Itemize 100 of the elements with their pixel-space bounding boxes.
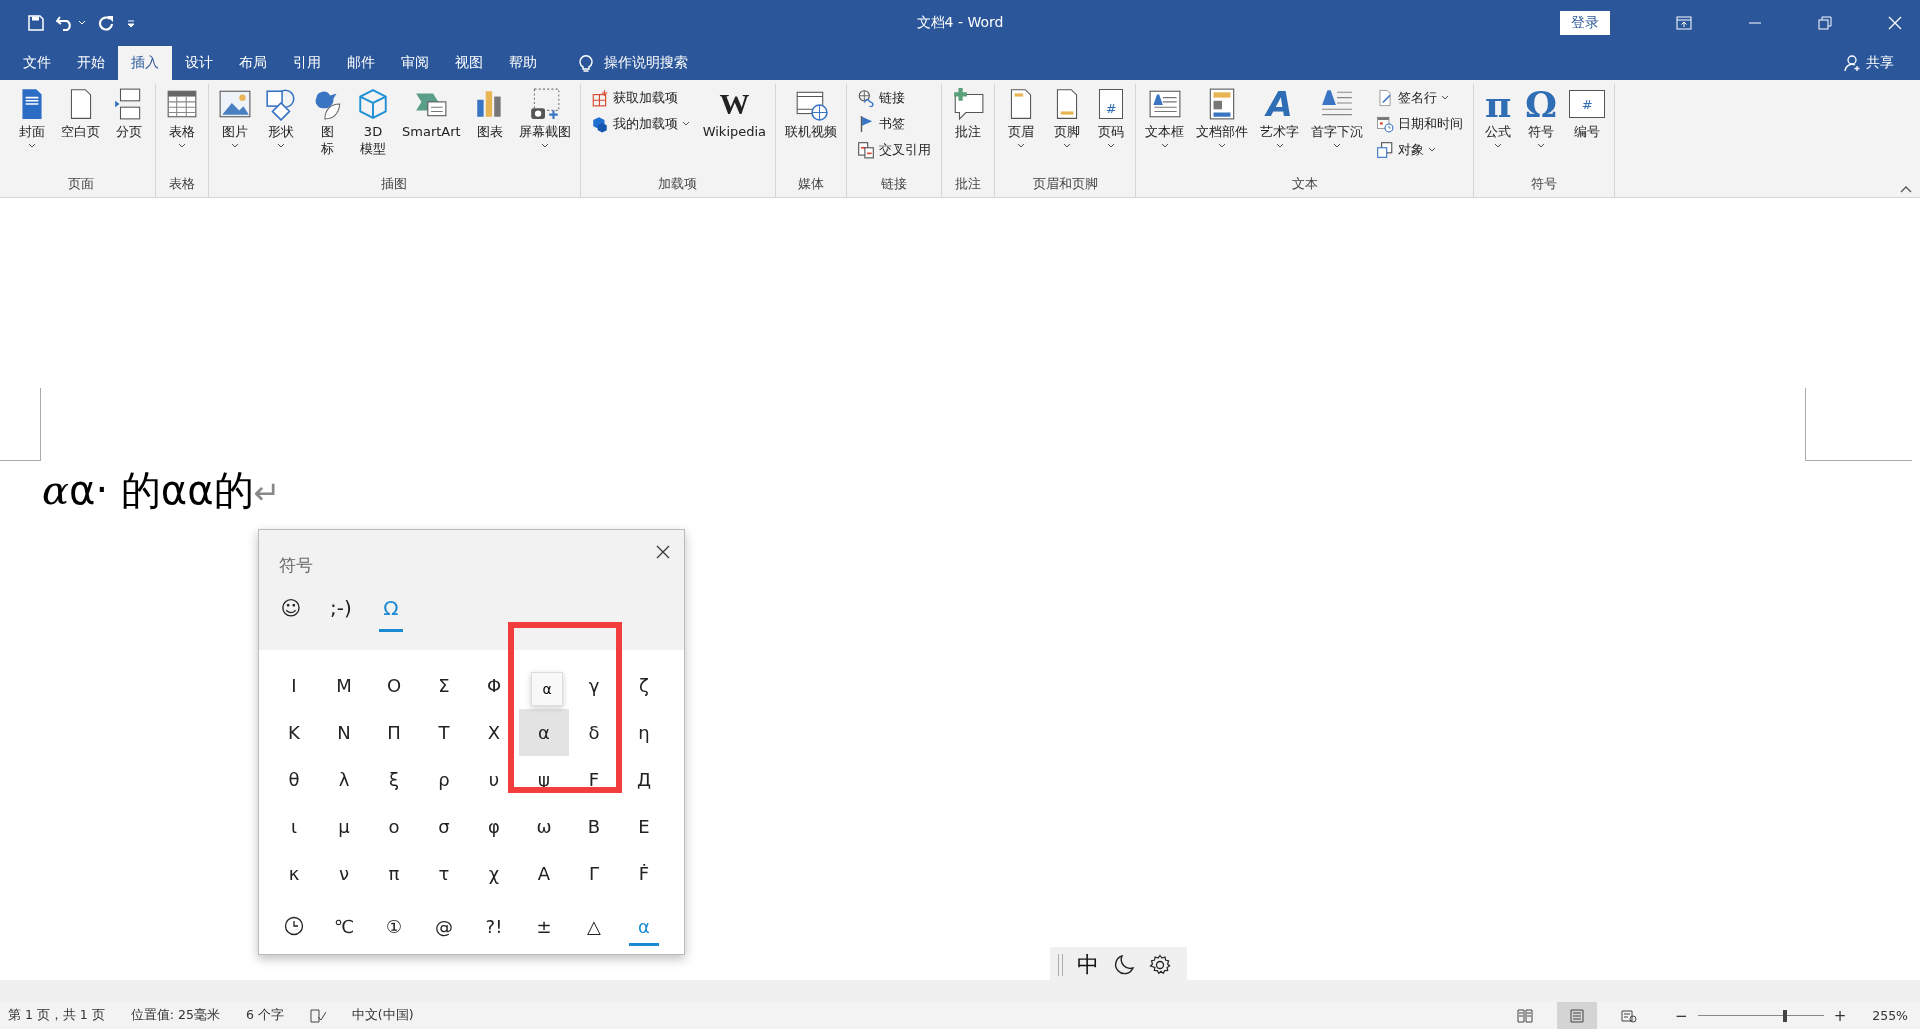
ribbon-button[interactable]: W Wikipedia — [697, 84, 772, 176]
symbol-cell[interactable]: Φ — [469, 662, 519, 709]
symbol-cell[interactable]: ο — [369, 803, 419, 850]
symbol-cell[interactable]: Α — [519, 850, 569, 897]
caret-icon[interactable] — [78, 20, 86, 26]
ribbon-tab[interactable]: 开始 — [64, 46, 118, 80]
symbol-cell[interactable]: Ϝ — [569, 756, 619, 803]
symbol-cell[interactable]: χ — [469, 850, 519, 897]
symbol-cell[interactable]: Μ — [319, 662, 369, 709]
sign-in-button[interactable]: 登录 — [1560, 11, 1610, 35]
symbol-category-tab[interactable]: ± — [519, 916, 569, 946]
settings-icon[interactable] — [1149, 954, 1171, 976]
zoom-in-button[interactable]: + — [1833, 1006, 1847, 1025]
ribbon-tab[interactable]: 设计 — [172, 46, 226, 80]
symbol-cell[interactable]: Д — [619, 756, 669, 803]
save-icon[interactable] — [28, 15, 44, 31]
ribbon-tab[interactable]: 邮件 — [334, 46, 388, 80]
symbol-cell[interactable]: Σ — [419, 662, 469, 709]
ribbon-button[interactable]: 屏幕截图 — [513, 84, 576, 176]
symbol-cell[interactable]: ω — [519, 803, 569, 850]
collapse-ribbon-icon[interactable] — [1900, 185, 1912, 193]
undo-icon[interactable] — [56, 15, 74, 31]
symbol-cell[interactable]: π — [369, 850, 419, 897]
symbol-cell[interactable]: Χ — [469, 709, 519, 756]
ribbon-tab[interactable]: 帮助 — [496, 46, 550, 80]
close-icon[interactable] — [656, 545, 670, 559]
symbol-cell[interactable]: Π — [369, 709, 419, 756]
view-mode-button[interactable] — [1557, 1002, 1598, 1029]
proofing-icon[interactable] — [309, 1008, 326, 1023]
zoom-out-button[interactable]: − — [1675, 1006, 1688, 1025]
symbol-cell[interactable]: γ — [569, 662, 619, 709]
ribbon-button[interactable]: 空白页 — [56, 84, 105, 176]
ribbon-button[interactable]: 签名行 — [1376, 86, 1464, 110]
ribbon-button[interactable]: 图标 — [305, 84, 349, 176]
symbol-cell[interactable]: Κ — [269, 709, 319, 756]
input-mode-button[interactable]: 中 — [1077, 950, 1099, 980]
ribbon-button[interactable]: 日期和时间 — [1376, 112, 1464, 136]
ribbon-button[interactable]: 交叉引用 — [857, 138, 932, 162]
symbol-cell[interactable]: θ — [269, 756, 319, 803]
ribbon-button[interactable]: 链接 — [857, 86, 932, 110]
ribbon-button[interactable]: 联机视频 — [780, 84, 843, 176]
ribbon-button[interactable]: 获取加载项 — [590, 86, 690, 110]
category-tab[interactable]: ☺ — [279, 596, 303, 632]
ribbon-button[interactable]: 表格 — [160, 84, 204, 176]
ribbon-button[interactable]: 对象 — [1376, 138, 1464, 162]
ribbon-button[interactable]: 图片 — [213, 84, 257, 176]
symbol-cell[interactable]: μ — [319, 803, 369, 850]
symbol-cell[interactable]: Β — [569, 803, 619, 850]
ribbon-button[interactable]: A 艺术字 — [1255, 84, 1305, 176]
symbol-cell[interactable]: κ — [269, 850, 319, 897]
symbol-cell[interactable]: τ — [419, 850, 469, 897]
symbol-cell[interactable]: Ε — [619, 803, 669, 850]
symbol-cell[interactable]: α — [519, 709, 569, 756]
symbol-category-tab[interactable]: @ — [419, 916, 469, 946]
moon-icon[interactable] — [1113, 954, 1135, 976]
symbol-cell[interactable]: δ — [569, 709, 619, 756]
share-button[interactable]: 共享 — [1862, 46, 1920, 80]
ribbon-tab[interactable]: 审阅 — [388, 46, 442, 80]
symbol-category-tab[interactable]: α — [629, 916, 659, 946]
ribbon-button[interactable]: 3D 模型 — [351, 84, 395, 176]
symbol-cell[interactable]: ξ — [369, 756, 419, 803]
symbol-cell[interactable]: ζ — [619, 662, 669, 709]
ribbon-button[interactable]: 封面 — [10, 84, 54, 176]
symbol-cell[interactable]: Γ — [569, 850, 619, 897]
ribbon-tab[interactable]: 引用 — [280, 46, 334, 80]
ribbon-button[interactable]: # 页码 — [1091, 84, 1132, 176]
symbol-category-tab[interactable]: ?! — [469, 916, 519, 946]
ribbon-button[interactable]: 文档部件 — [1191, 84, 1254, 176]
ribbon-tab[interactable]: 视图 — [442, 46, 496, 80]
ribbon-button[interactable]: # 编号 — [1564, 84, 1611, 176]
symbol-category-tab[interactable]: ℃ — [319, 916, 369, 946]
restore-icon[interactable] — [1818, 16, 1832, 30]
ribbon-button[interactable]: 文本框 — [1140, 84, 1190, 176]
lightbulb-icon[interactable] — [578, 53, 594, 73]
symbol-cell[interactable]: Ι — [269, 662, 319, 709]
ribbon-button[interactable]: 我的加载项 — [590, 112, 690, 136]
symbol-cell[interactable]: Τ — [419, 709, 469, 756]
ribbon-button[interactable]: Ω 符号 — [1520, 84, 1563, 176]
category-tab[interactable]: ;-) — [329, 596, 353, 632]
symbol-category-tab[interactable]: △ — [569, 916, 619, 946]
ribbon-button[interactable]: 页脚 — [1045, 84, 1090, 176]
zoom-slider-thumb[interactable] — [1783, 1009, 1788, 1022]
symbol-cell[interactable]: λ — [319, 756, 369, 803]
symbol-cell[interactable]: φ — [469, 803, 519, 850]
redo-icon[interactable] — [98, 15, 114, 31]
ribbon-tab[interactable]: 布局 — [226, 46, 280, 80]
ribbon-button[interactable]: π 公式 — [1478, 84, 1519, 176]
ribbon-tab[interactable]: 插入 — [118, 46, 172, 80]
ribbon-button[interactable]: 形状 — [259, 84, 303, 176]
symbol-cell[interactable]: ι — [269, 803, 319, 850]
ribbon-display-icon[interactable] — [1676, 16, 1692, 30]
ribbon-button[interactable]: 页眉 — [999, 84, 1044, 176]
ribbon-button[interactable]: 书签 — [857, 112, 932, 136]
symbol-cell[interactable]: ρ — [419, 756, 469, 803]
tell-me-search[interactable]: 操作说明搜索 — [604, 54, 688, 72]
symbol-cell[interactable]: Ḟ — [619, 850, 669, 897]
ribbon-tab[interactable]: 文件 — [10, 46, 64, 80]
symbol-cell[interactable]: ν — [319, 850, 369, 897]
ribbon-button[interactable]: 分页 — [107, 84, 151, 176]
symbol-cell[interactable]: η — [619, 709, 669, 756]
